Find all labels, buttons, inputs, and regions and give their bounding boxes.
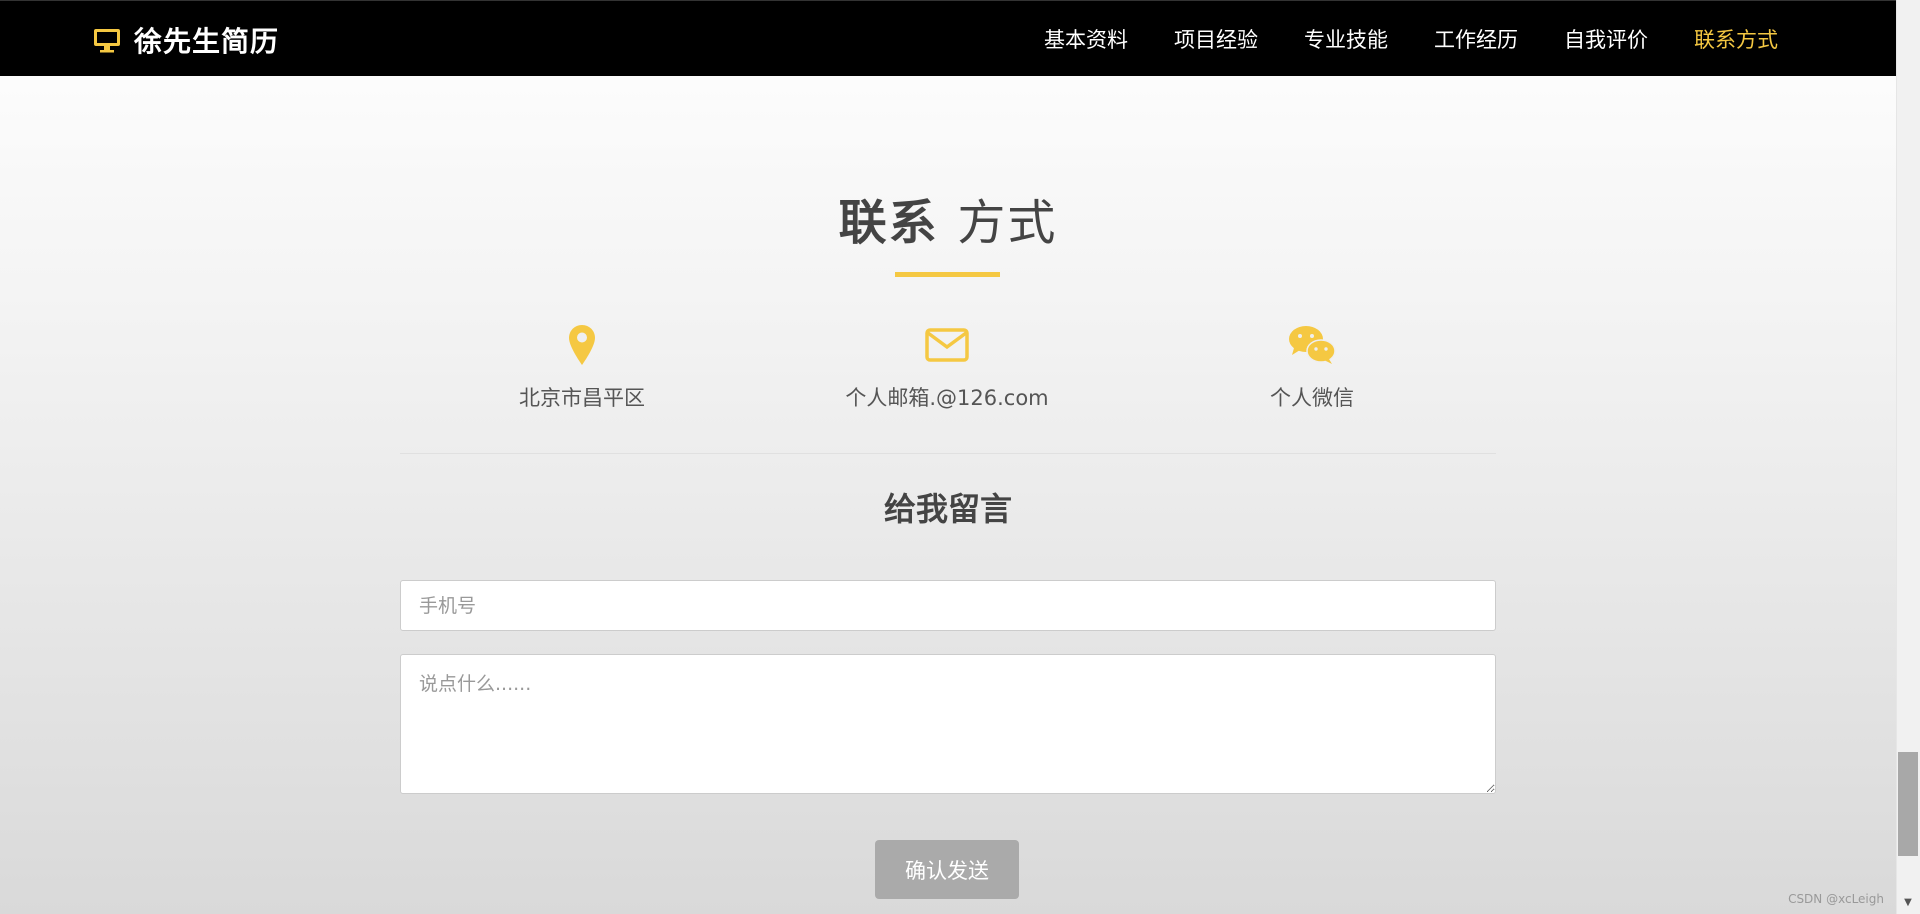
message-textarea[interactable] — [400, 654, 1496, 794]
nav-item-work-history[interactable]: 工作经历 — [1434, 24, 1518, 54]
envelope-icon — [925, 328, 969, 362]
brand-title: 徐先生简历 — [134, 25, 280, 58]
section-divider — [400, 453, 1496, 454]
contact-wechat-text: 个人微信 — [1270, 386, 1354, 410]
section-title-bold: 联系 — [838, 195, 939, 251]
nav-item-basic-info[interactable]: 基本资料 — [1044, 24, 1128, 54]
contact-email-text: 个人邮箱.@126.com — [845, 386, 1049, 410]
scroll-down-arrow-icon[interactable]: ▼ — [1900, 896, 1916, 908]
send-button[interactable]: 确认发送 — [875, 840, 1019, 899]
section-title: 联系 方式 — [0, 183, 1896, 253]
contact-item-address: 北京市昌平区 — [452, 322, 712, 412]
monitor-icon — [94, 29, 120, 53]
phone-input[interactable] — [400, 580, 1496, 631]
top-navbar: 徐先生简历 基本资料 项目经验 专业技能 工作经历 自我评价 联系方式 — [0, 0, 1896, 76]
message-title: 给我留言 — [883, 490, 1012, 528]
nav-item-projects[interactable]: 项目经验 — [1174, 24, 1258, 54]
title-underline — [895, 272, 1000, 277]
brand[interactable]: 徐先生简历 — [92, 23, 280, 58]
section-title-light: 方式 — [957, 195, 1058, 251]
location-pin-icon — [569, 325, 595, 365]
nav-item-self-evaluation[interactable]: 自我评价 — [1564, 24, 1648, 54]
nav-item-skills[interactable]: 专业技能 — [1304, 24, 1388, 54]
scrollbar-thumb[interactable] — [1898, 752, 1918, 856]
contact-item-wechat: 个人微信 — [1182, 322, 1442, 412]
contact-item-email: 个人邮箱.@126.com — [817, 322, 1077, 412]
nav-menu: 基本资料 项目经验 专业技能 工作经历 自我评价 联系方式 — [998, 1, 1778, 77]
contact-address-text: 北京市昌平区 — [519, 386, 645, 410]
nav-item-contact[interactable]: 联系方式 — [1694, 24, 1778, 54]
watermark: CSDN @xcLeigh — [1788, 892, 1884, 906]
wechat-icon — [1289, 326, 1336, 364]
